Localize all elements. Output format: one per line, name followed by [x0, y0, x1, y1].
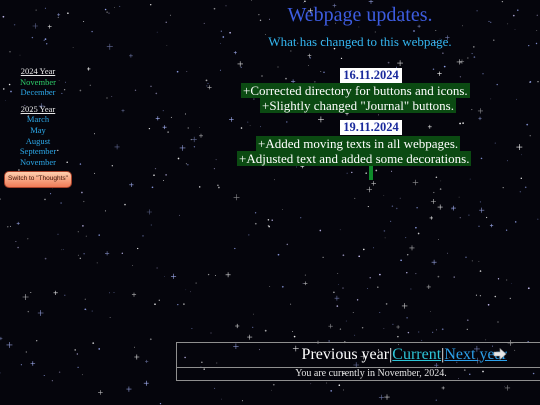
sidebar-month-november-2025[interactable]: November: [0, 157, 76, 168]
arrow-right-icon[interactable]: [493, 347, 507, 361]
page-title: Webpage updates.: [287, 4, 433, 26]
decoration-bar: [369, 166, 373, 180]
change-item: +Adjusted text and added some decoration…: [237, 151, 472, 166]
switch-to-thoughts-button[interactable]: Switch to "Thoughts": [4, 171, 72, 188]
change-item: +Slightly changed "Journal" buttons.: [260, 98, 456, 113]
entry-date: 19.11.2024: [340, 120, 402, 135]
sidebar-month-august-2025[interactable]: August: [0, 136, 76, 147]
sidebar-month-december-2024[interactable]: December: [0, 87, 76, 98]
change-item: +Added moving texts in all webpages.: [256, 136, 461, 151]
page-subtitle: What has changed to this webpage.: [268, 34, 452, 49]
year-heading-2024: 2024 Year: [20, 66, 56, 76]
current-year-link[interactable]: Current: [392, 346, 441, 363]
year-navigation: Previous year|Current|Next year: [177, 343, 507, 367]
current-month-status: You are currently in November, 2024.: [295, 368, 447, 379]
sidebar-month-may-2025[interactable]: May: [0, 125, 76, 136]
year-heading-2025: 2025 Year: [20, 103, 56, 114]
previous-year-label: Previous year: [301, 346, 390, 363]
entry-date: 16.11.2024: [340, 68, 402, 83]
sidebar-month-september-2025[interactable]: September: [0, 146, 76, 157]
sidebar-month-march-2025[interactable]: March: [0, 114, 76, 125]
year-sidebar: 2024 Year November December 2025 Year Ma…: [0, 66, 76, 188]
sidebar-month-november-2024[interactable]: November: [0, 77, 76, 88]
change-item: +Corrected directory for buttons and ico…: [241, 83, 470, 98]
